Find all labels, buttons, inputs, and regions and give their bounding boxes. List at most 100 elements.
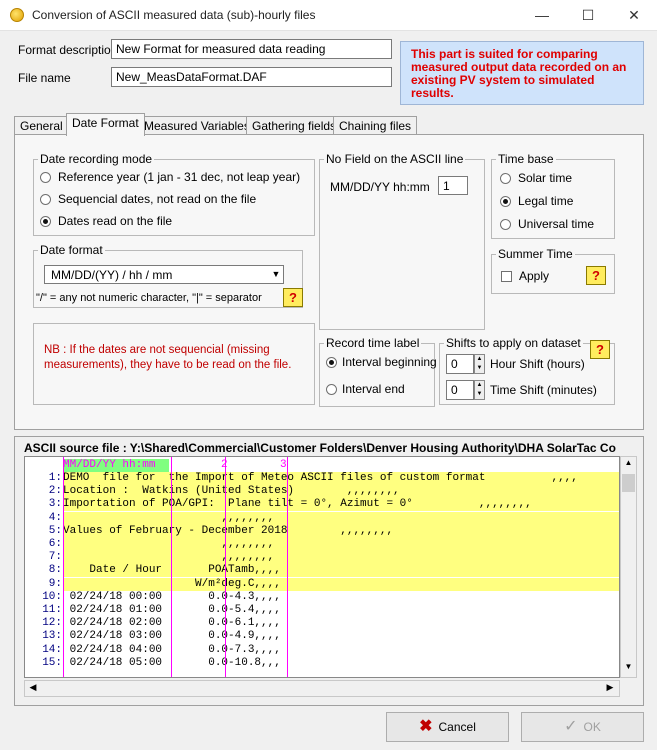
tab-date-format[interactable]: Date Format: [66, 113, 145, 136]
shifts-group: Shifts to apply on dataset 0 ▲ ▼ Hour Shi…: [439, 336, 615, 405]
radio-sequential-dates[interactable]: [40, 194, 51, 205]
cancel-label: Cancel: [438, 720, 476, 734]
horizontal-scrollbar[interactable]: [24, 680, 620, 697]
line-number: 7:: [48, 551, 62, 564]
option-dates-read-on-file[interactable]: Dates read on the file: [58, 214, 172, 228]
line-number: 14:: [42, 643, 62, 656]
hour-shift-input[interactable]: 0: [446, 354, 474, 374]
time-base-group: Time base Solar time Legal time Universa…: [491, 152, 615, 239]
format-description-input[interactable]: New Format for measured data reading: [111, 39, 392, 59]
maximize-button[interactable]: ☐: [565, 0, 611, 31]
option-legal-time[interactable]: Legal time: [518, 194, 573, 208]
date-recording-mode-title: Date recording mode: [38, 152, 155, 166]
radio-interval-beginning[interactable]: [326, 357, 337, 368]
line-number: 15:: [42, 656, 62, 669]
close-button[interactable]: ✕: [611, 0, 657, 31]
column-marker: [225, 457, 226, 677]
scroll-right-icon[interactable]: ▶: [603, 682, 617, 695]
line-number: 11:: [42, 604, 62, 616]
date-format-select[interactable]: MM/DD/(YY) / hh / mm: [44, 265, 284, 284]
option-sequential-dates[interactable]: Sequencial dates, not read on the file: [58, 192, 256, 206]
time-shift-spinner[interactable]: ▲ ▼: [474, 380, 485, 400]
summer-time-group: Summer Time Apply ?: [491, 247, 615, 294]
shifts-title: Shifts to apply on dataset: [444, 336, 583, 350]
minimize-button[interactable]: —: [519, 0, 565, 31]
source-line: 12: 02/24/18 02:00 0.0-6.1,,,,: [25, 617, 619, 630]
summer-time-title: Summer Time: [496, 247, 575, 261]
file-name-label: File name: [18, 71, 71, 85]
nb-note: NB : If the dates are not sequencial (mi…: [33, 323, 315, 405]
source-line: 10: 02/24/18 00:00 0.0-4.3,,,,: [25, 590, 619, 604]
ascii-source-viewer[interactable]: MM/DD/YY hh:mm 2 3 1:DEMO file for the I…: [24, 456, 620, 678]
line-number: 10:: [42, 590, 62, 603]
ok-label: OK: [583, 720, 601, 734]
close-icon: ✖: [419, 718, 433, 735]
radio-solar-time[interactable]: [500, 173, 511, 184]
source-line: 5: Values of February - December 2018 ,,,…: [25, 524, 619, 538]
line-text: ,,,,,,,,: [63, 551, 275, 564]
source-line: 9: W/m²deg.C,,,,: [25, 577, 619, 591]
line-text: DEMO file for the Import of Meteo ASCII …: [63, 472, 578, 484]
radio-reference-year[interactable]: [40, 172, 51, 183]
no-field-format-label: MM/DD/YY hh:mm: [330, 180, 430, 194]
date-format-hint: "/" = any not numeric character, "|" = s…: [36, 292, 262, 304]
radio-legal-time[interactable]: [500, 196, 511, 207]
option-interval-beginning[interactable]: Interval beginning: [342, 355, 437, 369]
app-icon: [10, 8, 24, 22]
date-format-selected: MM/DD/(YY) / hh / mm: [51, 268, 173, 282]
radio-interval-end[interactable]: [326, 384, 337, 395]
line-number: 12:: [42, 617, 62, 630]
shifts-help-button[interactable]: ?: [590, 340, 610, 359]
no-field-input[interactable]: 1: [438, 176, 468, 195]
option-interval-end[interactable]: Interval end: [342, 382, 405, 396]
line-text: ,,,,,,,,: [63, 538, 275, 550]
checkmark-icon: ✓: [564, 718, 578, 735]
header-col-3: 3: [280, 459, 287, 471]
source-line: 3: Importation of POA/GPI: Plane tilt = 0…: [25, 498, 619, 512]
radio-dates-read-on-file[interactable]: [40, 216, 51, 227]
scroll-up-icon[interactable]: ▲: [622, 458, 635, 472]
cancel-button[interactable]: ✖ Cancel: [386, 712, 509, 742]
date-format-help-button[interactable]: ?: [283, 288, 303, 307]
window-title: Conversion of ASCII measured data (sub)-…: [32, 8, 316, 22]
source-line: 1: DEMO file for the Import of Meteo ASCI…: [25, 472, 619, 485]
ascii-source-title: ASCII source file : Y:\Shared\Commercial…: [24, 441, 616, 455]
tab-gathering-fields[interactable]: Gathering fields: [246, 116, 343, 135]
chevron-down-icon[interactable]: ▼: [268, 266, 284, 283]
option-solar-time[interactable]: Solar time: [518, 171, 572, 185]
source-line: 7: ,,,,,,,,: [25, 551, 619, 565]
info-notice: This part is suited for comparing measur…: [400, 41, 644, 105]
source-line: 2: Location : Watkins (United States) ,,,…: [25, 485, 619, 499]
no-field-title: No Field on the ASCII line: [324, 152, 466, 166]
tab-general[interactable]: General: [14, 116, 69, 135]
tab-measured-variables[interactable]: Measured Variables: [138, 116, 256, 135]
apply-checkbox[interactable]: [501, 271, 512, 282]
source-line: 14: 02/24/18 04:00 0.0-7.3,,,,: [25, 643, 619, 657]
apply-label[interactable]: Apply: [519, 269, 549, 283]
line-number: 8:: [48, 564, 62, 577]
vertical-scroll-thumb[interactable]: [622, 474, 635, 492]
record-time-label-title: Record time label: [324, 336, 422, 350]
time-base-title: Time base: [496, 152, 556, 166]
option-universal-time[interactable]: Universal time: [518, 217, 594, 231]
line-number: 6:: [48, 538, 62, 550]
line-number: 1:: [48, 472, 62, 484]
file-name-input[interactable]: New_MeasDataFormat.DAF: [111, 67, 392, 87]
option-reference-year[interactable]: Reference year (1 jan - 31 dec, not leap…: [58, 170, 300, 184]
source-line: 8: Date / Hour POATamb,,,,: [25, 564, 619, 578]
column-marker: [63, 457, 64, 677]
hour-shift-label: Hour Shift (hours): [490, 357, 585, 371]
hour-shift-spinner[interactable]: ▲ ▼: [474, 354, 485, 374]
date-recording-mode-group: Date recording mode Reference year (1 ja…: [33, 152, 315, 236]
line-number: 2:: [48, 485, 62, 498]
line-text: Importation of POA/GPI: Plane tilt = 0°,…: [63, 498, 532, 511]
record-time-label-group: Record time label Interval beginning Int…: [319, 336, 437, 407]
scroll-left-icon[interactable]: ◀: [26, 682, 40, 695]
time-shift-input[interactable]: 0: [446, 380, 474, 400]
ok-button[interactable]: ✓ OK: [521, 712, 644, 742]
scroll-down-icon[interactable]: ▼: [622, 662, 635, 676]
tab-chaining-files[interactable]: Chaining files: [333, 116, 418, 135]
line-text: Values of February - December 2018 ,,,,,…: [63, 524, 394, 537]
summer-time-help-button[interactable]: ?: [586, 266, 606, 285]
radio-universal-time[interactable]: [500, 219, 511, 230]
